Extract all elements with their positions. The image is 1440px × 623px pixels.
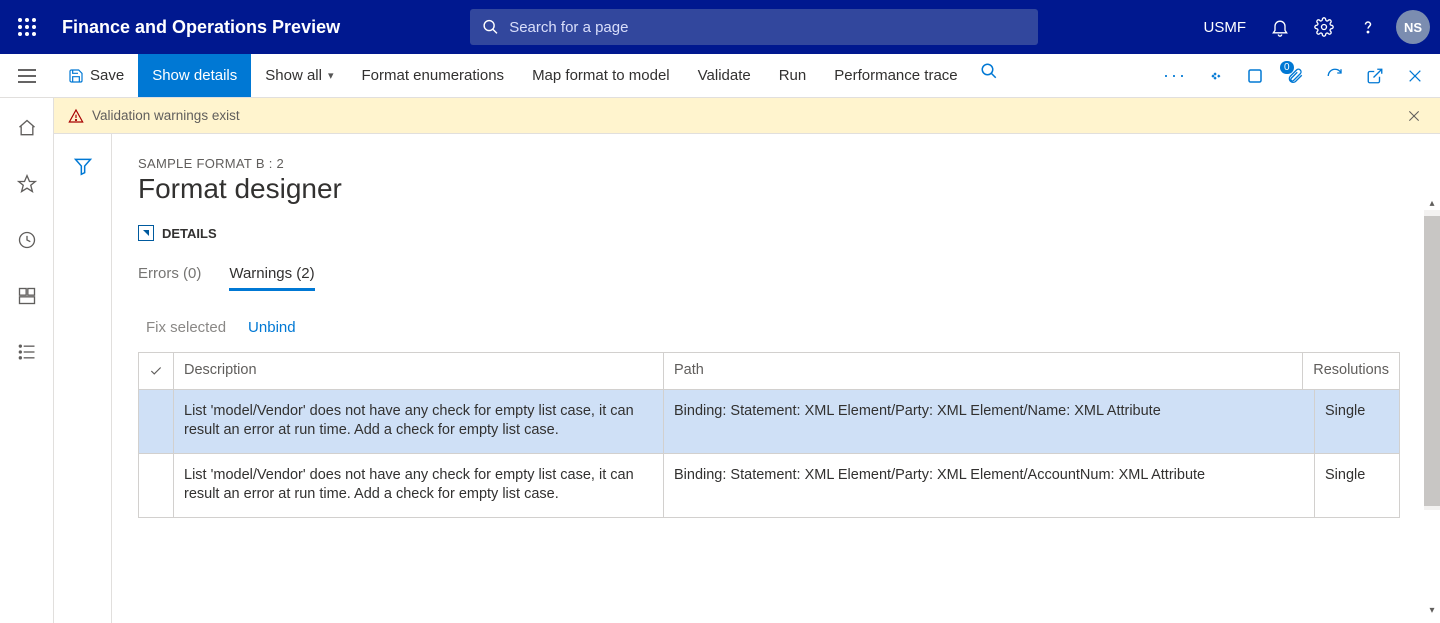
close-icon[interactable]	[1398, 59, 1432, 93]
map-format-button[interactable]: Map format to model	[518, 54, 684, 97]
col-path[interactable]: Path	[663, 353, 1302, 389]
cell-resolutions: Single	[1314, 390, 1399, 453]
cell-description: List 'model/Vendor' does not have any ch…	[173, 390, 663, 453]
save-button[interactable]: Save	[54, 54, 138, 97]
nav-hamburger-icon[interactable]	[0, 54, 54, 97]
favorites-star-icon[interactable]	[11, 168, 43, 200]
more-icon[interactable]: ···	[1158, 59, 1192, 93]
tab-warnings[interactable]: Warnings (2)	[229, 265, 314, 291]
message-text: Validation warnings exist	[92, 108, 240, 123]
recent-clock-icon[interactable]	[11, 224, 43, 256]
save-icon	[68, 68, 84, 84]
filter-funnel-icon[interactable]	[69, 152, 97, 180]
row-checkbox[interactable]	[139, 390, 173, 453]
chevron-down-icon: ▾	[328, 69, 334, 82]
modules-list-icon[interactable]	[11, 336, 43, 368]
popout-icon[interactable]	[1358, 59, 1392, 93]
fix-selected-link[interactable]: Fix selected	[146, 319, 226, 336]
cell-description: List 'model/Vendor' does not have any ch…	[173, 454, 663, 517]
action-pane: Save Show details Show all ▾ Format enum…	[0, 54, 1440, 98]
azure-icon[interactable]	[1198, 59, 1232, 93]
tab-strip: Errors (0) Warnings (2)	[138, 265, 1400, 291]
global-header: Finance and Operations Preview USMF	[0, 0, 1440, 54]
row-checkbox[interactable]	[139, 454, 173, 517]
cell-resolutions: Single	[1314, 454, 1399, 517]
expander-icon	[138, 225, 154, 241]
grid-header-row: Description Path Resolutions	[139, 353, 1399, 390]
tab-errors[interactable]: Errors (0)	[138, 265, 201, 291]
page-title: Format designer	[138, 173, 1400, 205]
col-resolutions[interactable]: Resolutions	[1302, 353, 1399, 389]
filter-column	[54, 134, 112, 623]
performance-trace-button[interactable]: Performance trace	[820, 54, 971, 97]
search-input[interactable]	[509, 19, 1026, 36]
attachments-icon[interactable]: 0	[1278, 59, 1312, 93]
waffle-icon[interactable]	[10, 10, 44, 44]
gear-icon[interactable]	[1308, 11, 1340, 43]
grid-actions: Fix selected Unbind	[138, 319, 1400, 336]
global-search[interactable]	[470, 9, 1038, 45]
nav-rail	[0, 98, 54, 623]
messagebar-close-icon[interactable]	[1402, 104, 1426, 128]
scroll-down-icon[interactable]: ▾	[1426, 605, 1438, 617]
home-icon[interactable]	[11, 112, 43, 144]
table-row[interactable]: List 'model/Vendor' does not have any ch…	[139, 454, 1399, 518]
warning-icon	[68, 108, 84, 124]
avatar[interactable]: NS	[1396, 10, 1430, 44]
search-icon	[482, 18, 499, 36]
message-bar: Validation warnings exist	[54, 98, 1440, 134]
bell-icon[interactable]	[1264, 11, 1296, 43]
office-icon[interactable]	[1238, 59, 1272, 93]
validate-button[interactable]: Validate	[684, 54, 765, 97]
select-all-checkbox[interactable]	[139, 353, 173, 389]
breadcrumb: SAMPLE FORMAT B : 2	[138, 156, 1400, 171]
show-all-button[interactable]: Show all ▾	[251, 54, 347, 97]
scroll-up-icon[interactable]: ▴	[1426, 198, 1438, 210]
cell-path: Binding: Statement: XML Element/Party: X…	[663, 390, 1314, 453]
company-label[interactable]: USMF	[1204, 19, 1247, 36]
format-enumerations-button[interactable]: Format enumerations	[348, 54, 519, 97]
details-expander[interactable]: DETAILS	[138, 225, 1400, 241]
help-icon[interactable]	[1352, 11, 1384, 43]
show-details-button[interactable]: Show details	[138, 54, 251, 97]
find-icon[interactable]	[972, 54, 1006, 88]
app-title: Finance and Operations Preview	[62, 17, 340, 38]
workspaces-icon[interactable]	[11, 280, 43, 312]
attachments-badge: 0	[1280, 61, 1294, 74]
col-description[interactable]: Description	[173, 353, 663, 389]
main-content: SAMPLE FORMAT B : 2 Format designer DETA…	[112, 134, 1420, 623]
cell-path: Binding: Statement: XML Element/Party: X…	[663, 454, 1314, 517]
scrollbar-thumb[interactable]	[1424, 216, 1440, 506]
refresh-icon[interactable]	[1318, 59, 1352, 93]
table-row[interactable]: List 'model/Vendor' does not have any ch…	[139, 390, 1399, 454]
warnings-grid: Description Path Resolutions List 'model…	[138, 352, 1400, 518]
run-button[interactable]: Run	[765, 54, 821, 97]
unbind-link[interactable]: Unbind	[248, 319, 296, 336]
